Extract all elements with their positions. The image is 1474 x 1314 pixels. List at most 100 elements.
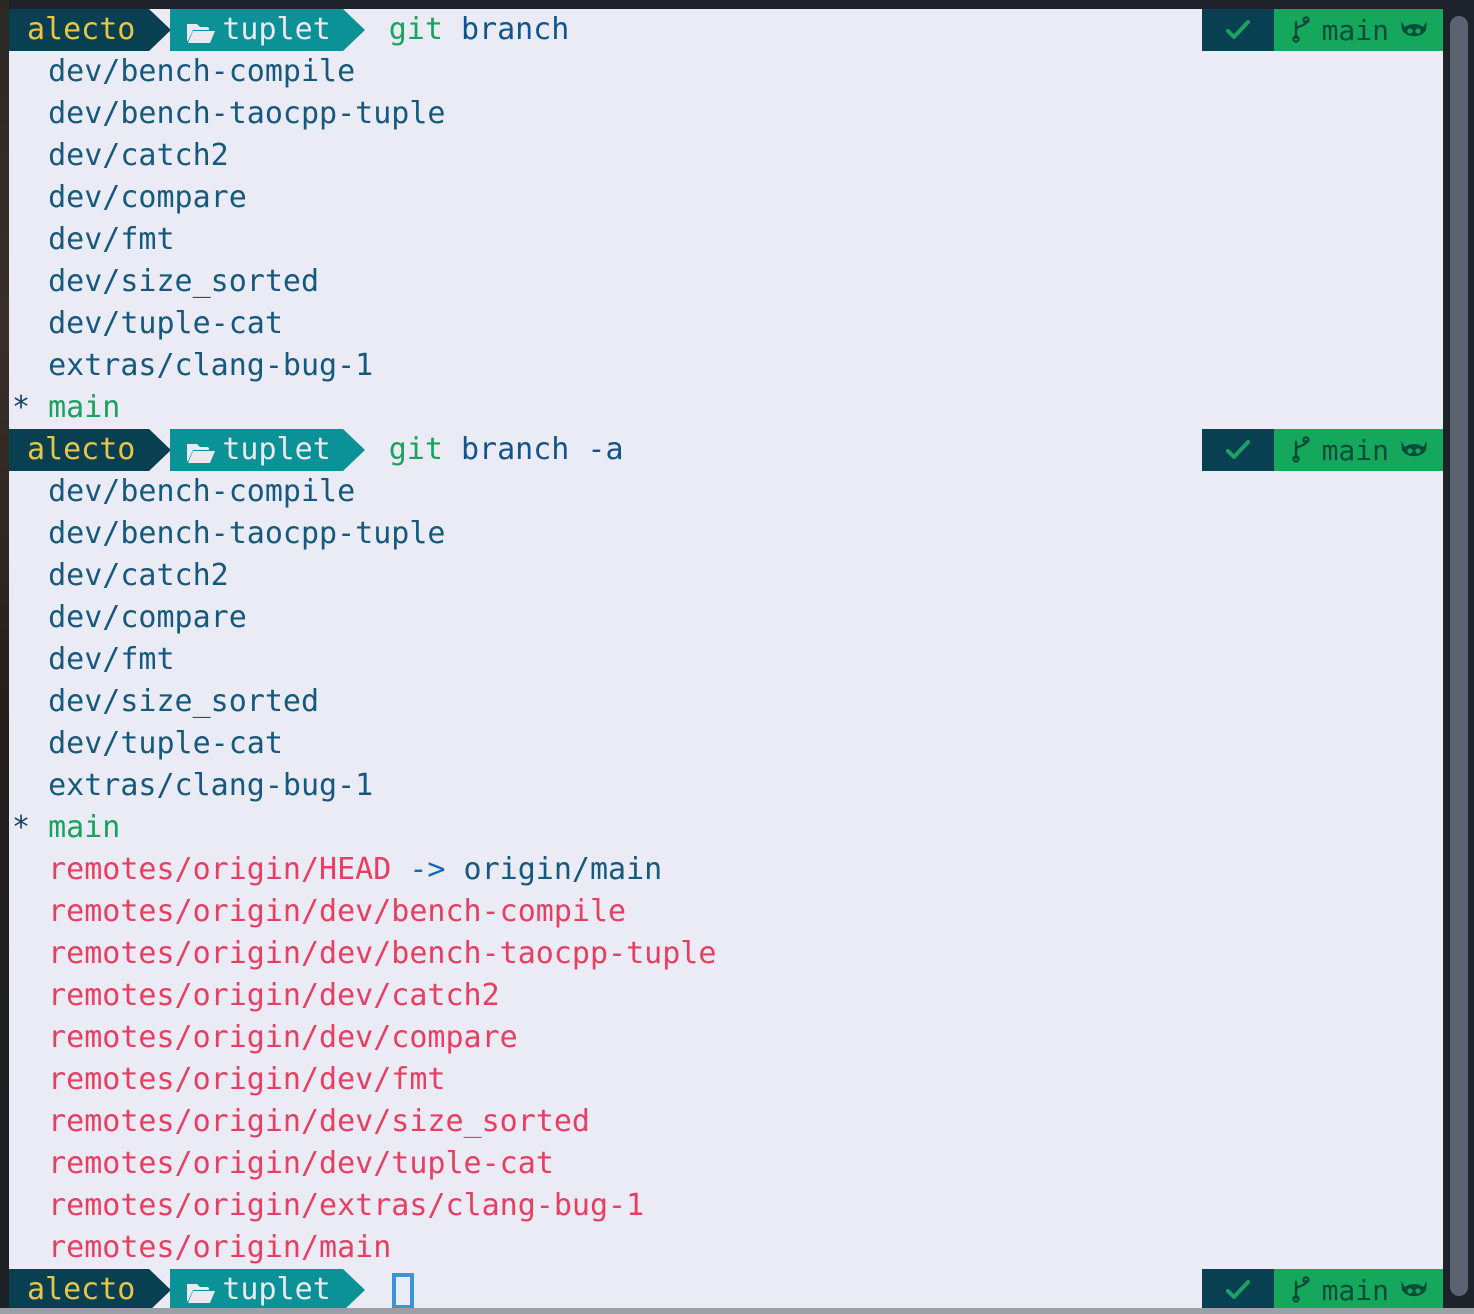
terminal-output-line: remotes/origin/extras/clang-bug-1	[9, 1185, 1443, 1227]
local-branch-name: dev/catch2	[12, 138, 229, 173]
local-branch-name: dev/size_sorted	[12, 684, 320, 719]
command-input[interactable]: git branch -a	[365, 429, 624, 471]
command-verb: git	[388, 12, 443, 47]
git-branch-name: main	[1321, 13, 1389, 47]
terminal-output-line: dev/bench-compile	[9, 471, 1443, 513]
command-input[interactable]	[365, 1269, 414, 1308]
remote-branch-name: remotes/origin/dev/compare	[12, 1020, 518, 1055]
terminal-output-area[interactable]: alecto tuplet git branch main dev/bench-com…	[9, 9, 1443, 1308]
terminal-output-line: dev/catch2	[9, 135, 1443, 177]
prompt-user-name: alecto	[27, 1272, 136, 1307]
git-status-segment: main	[1273, 429, 1443, 471]
current-branch-name: main	[48, 390, 121, 425]
text-cursor	[391, 1273, 414, 1308]
shell-prompt-line[interactable]: alecto tuplet main	[9, 1269, 1443, 1308]
prompt-directory-name: tuplet	[222, 1272, 331, 1307]
checkmark-icon	[1225, 1278, 1251, 1302]
prompt-user-segment: alecto	[9, 9, 150, 51]
remote-branch-name: remotes/origin/dev/bench-taocpp-tuple	[12, 936, 717, 971]
remote-branch-name: remotes/origin/dev/bench-compile	[12, 894, 627, 929]
terminal-window[interactable]: alecto tuplet git branch main dev/bench-com…	[0, 0, 1474, 1314]
terminal-output-line: dev/fmt	[9, 639, 1443, 681]
prompt-user-name: alecto	[27, 12, 136, 47]
prompt-user-name: alecto	[27, 432, 136, 467]
terminal-output-line: dev/bench-compile	[9, 51, 1443, 93]
remote-branch-name: remotes/origin/dev/size_sorted	[12, 1104, 590, 1139]
prompt-status-cluster: main	[1201, 9, 1443, 51]
terminal-output-line: remotes/origin/main	[9, 1227, 1443, 1269]
git-branch-icon	[1290, 16, 1312, 44]
remote-branch-name: remotes/origin/dev/catch2	[12, 978, 500, 1013]
scrollbar-thumb[interactable]	[1450, 16, 1468, 1296]
local-branch-name: extras/clang-bug-1	[12, 768, 374, 803]
prompt-status-cluster: main	[1201, 1269, 1443, 1308]
local-branch-name: dev/fmt	[12, 642, 175, 677]
terminal-output-line: dev/compare	[9, 177, 1443, 219]
terminal-output-line: remotes/origin/dev/catch2	[9, 975, 1443, 1017]
remote-branch-name: remotes/origin/dev/fmt	[12, 1062, 446, 1097]
github-octocat-icon	[1399, 437, 1429, 463]
exit-status-ok-segment	[1201, 1269, 1274, 1308]
remote-branch-name: remotes/origin/main	[12, 1230, 392, 1265]
git-branch-name: main	[1321, 433, 1389, 467]
prompt-directory-segment: tuplet	[170, 1269, 343, 1308]
current-branch-marker: *	[12, 810, 49, 845]
terminal-output-line: remotes/origin/dev/bench-taocpp-tuple	[9, 933, 1443, 975]
local-branch-name: dev/compare	[12, 180, 247, 215]
terminal-output-line: remotes/origin/dev/bench-compile	[9, 891, 1443, 933]
command-verb: git	[388, 432, 443, 467]
symref-target: origin/main	[463, 852, 663, 887]
remote-branch-name: remotes/origin/dev/tuple-cat	[12, 1146, 554, 1181]
local-branch-name: dev/tuple-cat	[12, 726, 283, 761]
remote-branch-name: remotes/origin/extras/clang-bug-1	[12, 1188, 645, 1223]
checkmark-icon	[1225, 18, 1251, 42]
git-branch-name: main	[1321, 1273, 1389, 1307]
terminal-output-line: dev/bench-taocpp-tuple	[9, 93, 1443, 135]
current-branch-name: main	[48, 810, 121, 845]
terminal-output-line: remotes/origin/dev/size_sorted	[9, 1101, 1443, 1143]
exit-status-ok-segment	[1201, 429, 1274, 471]
open-folder-icon	[186, 439, 216, 465]
terminal-output-line: dev/tuple-cat	[9, 303, 1443, 345]
command-input[interactable]: git branch	[365, 9, 570, 51]
terminal-output-line: dev/fmt	[9, 219, 1443, 261]
powerline-separator-directory	[342, 9, 365, 51]
git-branch-icon	[1290, 436, 1312, 464]
command-arguments: branch -a	[442, 432, 624, 467]
local-branch-name: dev/compare	[12, 600, 247, 635]
local-branch-name: dev/catch2	[12, 558, 229, 593]
prompt-directory-segment: tuplet	[170, 429, 343, 471]
terminal-output-line: * main	[9, 387, 1443, 429]
terminal-output-line: remotes/origin/HEAD -> origin/main	[9, 849, 1443, 891]
shell-prompt-line[interactable]: alecto tuplet git branch main	[9, 9, 1443, 51]
terminal-output-line: * main	[9, 807, 1443, 849]
github-octocat-icon	[1399, 17, 1429, 43]
prompt-directory-name: tuplet	[222, 12, 331, 47]
prompt-directory-segment: tuplet	[170, 9, 343, 51]
powerline-separator-directory	[342, 429, 365, 471]
window-chrome-left	[0, 0, 9, 1314]
github-octocat-icon	[1399, 1277, 1429, 1303]
git-status-segment: main	[1273, 1269, 1443, 1308]
powerline-separator-directory	[342, 1269, 365, 1308]
local-branch-name: dev/tuple-cat	[12, 306, 283, 341]
current-branch-marker: *	[12, 390, 49, 425]
shell-prompt-line[interactable]: alecto tuplet git branch -a main	[9, 429, 1443, 471]
prompt-user-segment: alecto	[9, 429, 150, 471]
open-folder-icon	[186, 19, 216, 45]
local-branch-name: dev/bench-compile	[12, 474, 356, 509]
local-branch-name: extras/clang-bug-1	[12, 348, 374, 383]
command-arguments: branch	[442, 12, 570, 47]
terminal-output-line: remotes/origin/dev/fmt	[9, 1059, 1443, 1101]
terminal-output-line: dev/size_sorted	[9, 261, 1443, 303]
prompt-user-segment: alecto	[9, 1269, 150, 1308]
local-branch-name: dev/fmt	[12, 222, 175, 257]
scrollbar-track[interactable]	[1450, 10, 1468, 1306]
terminal-output-line: extras/clang-bug-1	[9, 765, 1443, 807]
terminal-output-line: dev/bench-taocpp-tuple	[9, 513, 1443, 555]
window-chrome-bottom	[0, 1308, 1474, 1314]
local-branch-name: dev/size_sorted	[12, 264, 320, 299]
powerline-separator-user	[149, 1269, 172, 1308]
terminal-output-line: dev/size_sorted	[9, 681, 1443, 723]
terminal-output-line: remotes/origin/dev/compare	[9, 1017, 1443, 1059]
